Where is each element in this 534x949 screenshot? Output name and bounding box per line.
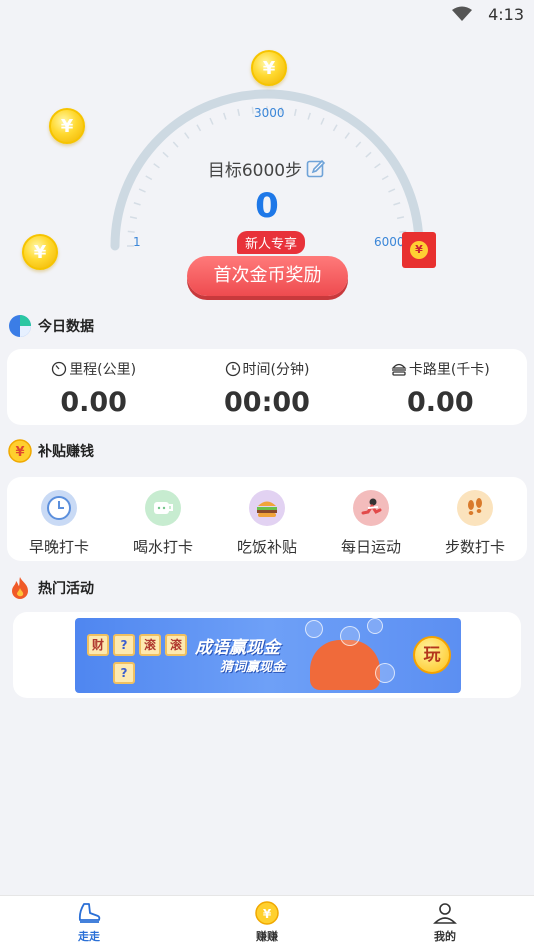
gauge-tick-max: 6000 — [374, 235, 405, 249]
word-tile: ? — [113, 634, 135, 656]
subsidy-morning-evening-checkin[interactable]: 早晚打卡 — [7, 477, 111, 561]
gauge-tick — [209, 117, 214, 125]
clock-icon — [225, 361, 240, 377]
stat-calories: 卡路里(千卡) 0.00 — [354, 349, 527, 425]
subsidy-meal[interactable]: 吃饭补贴 — [215, 477, 319, 561]
hot-section-title: 热门活动 — [8, 576, 94, 600]
floating-coin-icon[interactable]: ¥ — [49, 108, 85, 144]
gauge-tick — [307, 112, 311, 120]
word-tile: ? — [113, 662, 135, 684]
subsidy-daily-exercise[interactable]: 每日运动 — [319, 477, 423, 561]
gauge-tick — [344, 132, 350, 139]
step-goal-label: 目标6000步 — [207, 161, 303, 181]
yuan-coin-icon: ¥ — [8, 439, 32, 463]
svg-text:¥: ¥ — [15, 445, 24, 460]
step-goal[interactable]: 目标6000步 — [0, 156, 534, 181]
user-icon — [356, 900, 534, 926]
hot-activity-card: 财 ? 滚 滚 ? 成语赢现金 猜词赢现金 玩 — [13, 612, 521, 698]
gauge-tick — [355, 141, 362, 148]
bubble-icon — [305, 620, 323, 638]
step-count: 0 — [255, 186, 279, 226]
exercise-icon — [353, 490, 389, 526]
gauge-tick — [332, 124, 338, 132]
today-stats-card: 里程(公里) 0.00 时间(分钟) 00:00 卡路里(千卡) 0.00 — [7, 349, 527, 425]
fire-icon — [8, 576, 32, 600]
svg-text:¥: ¥ — [263, 907, 272, 921]
gauge-tick-min: 1 — [133, 235, 141, 249]
word-tile: 滚 — [139, 634, 161, 656]
tab-walk[interactable]: 走走 — [0, 896, 178, 949]
speedometer-icon — [52, 361, 67, 377]
play-button[interactable]: 玩 — [413, 636, 451, 674]
subsidy-card: 早晚打卡 喝水打卡 吃饭补贴 每日运动 步数打卡 — [7, 477, 527, 561]
stat-time-value: 00:00 — [224, 387, 310, 418]
word-tile: 滚 — [165, 634, 187, 656]
gauge-tick — [172, 141, 179, 148]
bubble-icon — [367, 618, 383, 634]
gauge-tick — [237, 108, 241, 117]
gauge-tick — [127, 230, 135, 233]
gauge-tick — [184, 132, 190, 139]
pie-chart-icon — [8, 314, 32, 338]
subsidy-section-title: ¥ 补贴赚钱 — [8, 439, 94, 463]
stat-distance-value: 0.00 — [60, 387, 127, 418]
bottom-tab-bar: 走走 ¥ 赚赚 我的 — [0, 895, 534, 949]
banner-title: 成语赢现金 — [195, 638, 280, 658]
gauge-tick — [223, 112, 227, 120]
subsidy-step-checkin[interactable]: 步数打卡 — [423, 477, 527, 561]
banner-subtitle: 猜词赢现金 — [220, 660, 286, 675]
first-coin-reward-button[interactable]: 首次金币奖励 — [187, 256, 348, 296]
today-section-title: 今日数据 — [8, 314, 94, 338]
gauge-tick — [196, 124, 202, 132]
stat-calories-value: 0.00 — [407, 387, 474, 418]
bubble-icon — [340, 626, 360, 646]
tab-mine[interactable]: 我的 — [356, 896, 534, 949]
burger-icon — [249, 490, 285, 526]
gauge-tick — [293, 108, 297, 117]
edit-icon[interactable] — [306, 159, 326, 179]
idiom-cash-banner[interactable]: 财 ? 滚 滚 ? 成语赢现金 猜词赢现金 玩 — [75, 618, 461, 693]
shoe-icon — [0, 900, 178, 926]
footprints-icon — [457, 490, 493, 526]
stat-distance: 里程(公里) 0.00 — [7, 349, 180, 425]
gauge-tick — [251, 106, 254, 114]
subsidy-water-checkin[interactable]: 喝水打卡 — [111, 477, 215, 561]
coin-icon: ¥ — [178, 900, 356, 926]
tab-earn[interactable]: ¥ 赚赚 — [178, 896, 356, 949]
money-bag-icon — [310, 640, 380, 690]
stat-time: 时间(分钟) 00:00 — [180, 349, 353, 425]
red-packet-icon[interactable]: ¥ — [402, 232, 436, 268]
newbie-tag: 新人专享 — [237, 231, 306, 254]
burger-outline-icon — [391, 363, 407, 376]
gauge-tick-mid: 3000 — [254, 106, 285, 120]
clock-icon — [41, 490, 77, 526]
gauge-tick — [320, 117, 325, 125]
floating-coin-icon[interactable]: ¥ — [22, 234, 58, 270]
cup-icon — [145, 490, 181, 526]
bubble-icon — [375, 663, 395, 683]
floating-coin-icon[interactable]: ¥ — [251, 50, 287, 86]
word-tile: 财 — [87, 634, 109, 656]
